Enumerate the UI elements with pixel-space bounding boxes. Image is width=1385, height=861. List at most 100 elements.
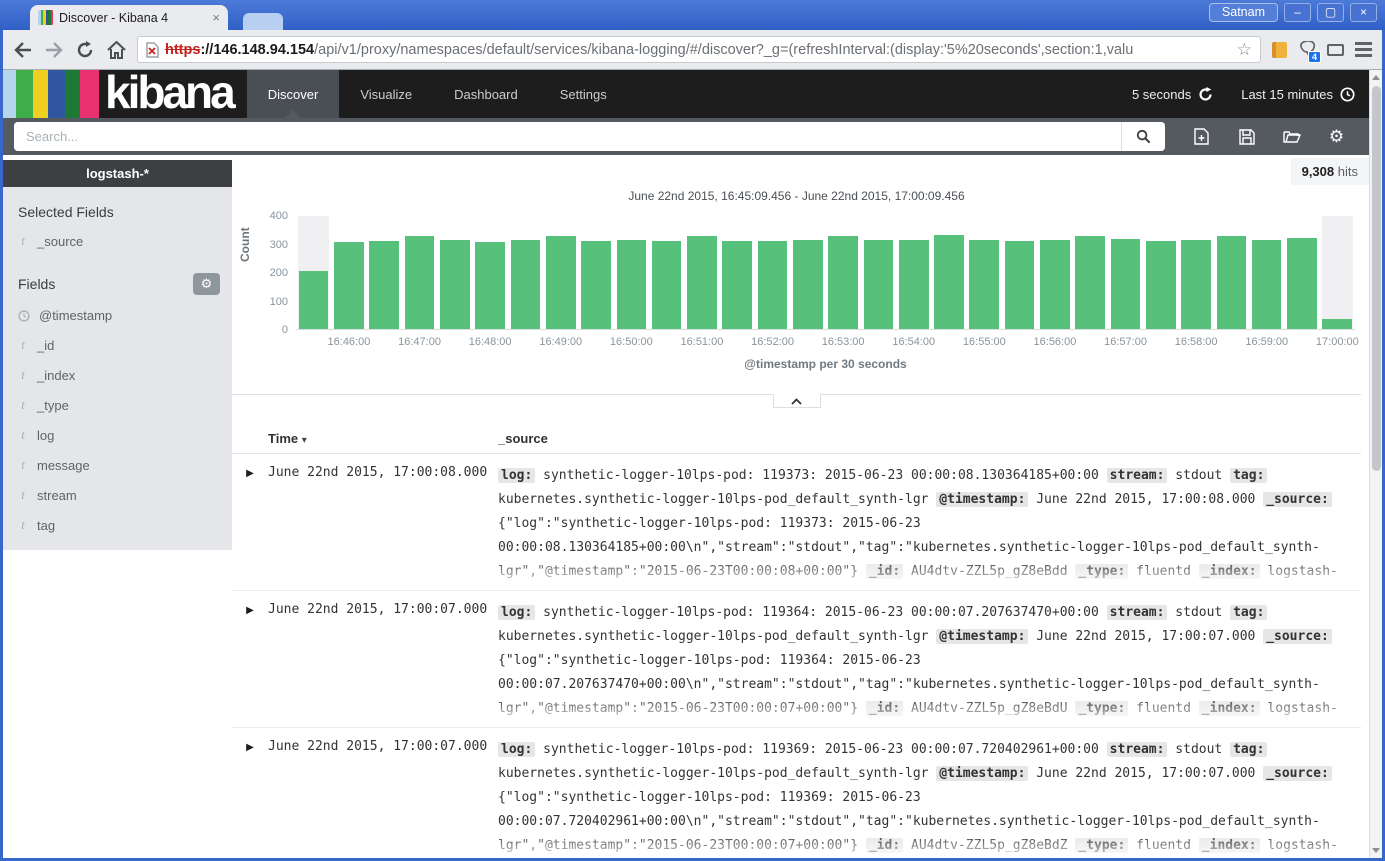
back-icon[interactable]: [13, 40, 33, 60]
browser-tab[interactable]: Discover - Kibana 4 ×: [30, 5, 228, 30]
field-item-_index[interactable]: t_index: [3, 360, 232, 390]
histogram-bar[interactable]: [511, 240, 541, 329]
histogram-bar[interactable]: [687, 236, 717, 329]
histogram-bar[interactable]: [1252, 240, 1282, 329]
settings-button[interactable]: ⚙: [1314, 127, 1359, 147]
histogram-bar[interactable]: [546, 236, 576, 329]
histogram-bar[interactable]: [652, 241, 682, 329]
histogram-bar[interactable]: [1322, 319, 1352, 329]
y-tick-label: 0: [232, 324, 288, 336]
histogram-bar[interactable]: [1217, 236, 1247, 329]
bookmark-star-icon[interactable]: ☆: [1237, 40, 1252, 60]
histogram-bar[interactable]: [1040, 240, 1070, 329]
histogram-bar[interactable]: [405, 236, 435, 329]
string-field-icon: t: [18, 487, 28, 503]
histogram-bar[interactable]: [1181, 240, 1211, 329]
home-icon[interactable]: [106, 40, 126, 60]
source-column-header: _source: [498, 431, 548, 446]
field-settings-gear-icon[interactable]: ⚙: [193, 273, 220, 295]
time-column-header[interactable]: Time ▾: [268, 431, 498, 446]
chrome-menu-icon[interactable]: [1355, 42, 1372, 57]
histogram-bar[interactable]: [899, 240, 929, 329]
field-item-stream[interactable]: tstream: [3, 480, 232, 510]
search-button[interactable]: [1121, 122, 1165, 151]
tab-close-icon[interactable]: ×: [212, 10, 220, 25]
histogram-bar[interactable]: [793, 240, 823, 329]
favicon-stripe: [51, 10, 54, 25]
reload-icon[interactable]: [75, 40, 95, 60]
index-pattern-selector[interactable]: logstash-*: [3, 160, 232, 187]
field-item-tag[interactable]: ttag: [3, 510, 232, 540]
field-name: log: [37, 428, 54, 443]
histogram-bar[interactable]: [758, 241, 788, 329]
nav-tab-dashboard[interactable]: Dashboard: [433, 70, 539, 118]
refresh-interval-picker[interactable]: 5 seconds: [1132, 87, 1213, 102]
histogram-bar[interactable]: [440, 240, 470, 329]
expand-row-icon[interactable]: ▶: [232, 601, 268, 727]
field-item-_type[interactable]: t_type: [3, 390, 232, 420]
url-separator: ://: [200, 42, 213, 58]
field-item-timestamp[interactable]: @timestamp: [3, 301, 232, 330]
histogram-bar[interactable]: [1287, 238, 1317, 329]
histogram-bar[interactable]: [1146, 241, 1176, 329]
close-button[interactable]: ×: [1350, 3, 1377, 22]
scroll-down-icon[interactable]: [1370, 844, 1382, 857]
histogram-bar[interactable]: [969, 240, 999, 329]
field-item-_id[interactable]: t_id: [3, 330, 232, 360]
extension-icon[interactable]: [1272, 42, 1287, 58]
cast-extension-icon[interactable]: [1327, 44, 1344, 56]
field-item-_source[interactable]: t_source: [3, 226, 232, 256]
histogram-bar[interactable]: [1075, 236, 1105, 329]
save-search-button[interactable]: [1224, 127, 1269, 147]
string-field-icon: t: [18, 457, 28, 473]
histogram-bar[interactable]: [1005, 241, 1035, 329]
clock-icon: [1340, 87, 1355, 102]
x-axis-title: @timestamp per 30 seconds: [296, 357, 1355, 371]
histogram-bar[interactable]: [1111, 239, 1141, 329]
nav-tab-discover[interactable]: Discover: [247, 70, 340, 118]
histogram-bar[interactable]: [828, 236, 858, 329]
histogram-bar[interactable]: [864, 240, 894, 329]
fields-sidebar: logstash-* Selected Fields t_source Fiel…: [3, 155, 232, 858]
scrollbar-thumb[interactable]: [1372, 86, 1381, 471]
minimize-button[interactable]: –: [1284, 3, 1311, 22]
url-bar[interactable]: https://146.148.94.154/api/v1/proxy/name…: [137, 36, 1261, 63]
search-input[interactable]: [14, 122, 1121, 151]
new-search-button[interactable]: [1179, 127, 1224, 147]
field-label: _source:: [1263, 766, 1332, 781]
nav-tab-settings[interactable]: Settings: [539, 70, 628, 118]
collapse-histogram-button[interactable]: [773, 394, 821, 408]
open-search-button[interactable]: [1269, 127, 1314, 147]
new-tab-button[interactable]: [243, 13, 283, 30]
profile-button[interactable]: Satnam: [1209, 3, 1278, 22]
nav-tab-visualize[interactable]: Visualize: [339, 70, 433, 118]
forward-icon[interactable]: [44, 40, 64, 60]
search-icon: [1136, 129, 1151, 144]
hits-count: 9,308 hits: [1291, 158, 1369, 185]
kibana-brand[interactable]: kibana: [99, 70, 247, 118]
scroll-up-icon[interactable]: [1370, 71, 1382, 84]
time-range-picker[interactable]: Last 15 minutes: [1241, 87, 1355, 102]
row-time: June 22nd 2015, 17:00:07.000: [268, 601, 498, 727]
maximize-button[interactable]: ▢: [1317, 3, 1344, 22]
expand-row-icon[interactable]: ▶: [232, 464, 268, 590]
row-time: June 22nd 2015, 17:00:08.000: [268, 464, 498, 590]
histogram-bar-slot: [1284, 216, 1319, 329]
histogram-bar[interactable]: [617, 240, 647, 329]
histogram-bar[interactable]: [369, 241, 399, 329]
page-scrollbar[interactable]: [1369, 70, 1382, 858]
histogram-bar[interactable]: [334, 242, 364, 329]
histogram-bar[interactable]: [934, 235, 964, 329]
field-item-log[interactable]: tlog: [3, 420, 232, 450]
expand-row-icon[interactable]: ▶: [232, 738, 268, 858]
field-label: tag:: [1230, 742, 1267, 757]
field-item-message[interactable]: tmessage: [3, 450, 232, 480]
histogram-bar[interactable]: [722, 241, 752, 329]
insecure-page-icon[interactable]: [146, 42, 159, 58]
histogram-bar[interactable]: [581, 241, 611, 329]
save-icon: [1239, 129, 1255, 145]
histogram-bar[interactable]: [299, 271, 329, 329]
field-label: _source:: [1263, 492, 1332, 507]
hangouts-extension-icon[interactable]: 4: [1298, 41, 1316, 59]
histogram-bar[interactable]: [475, 242, 505, 329]
